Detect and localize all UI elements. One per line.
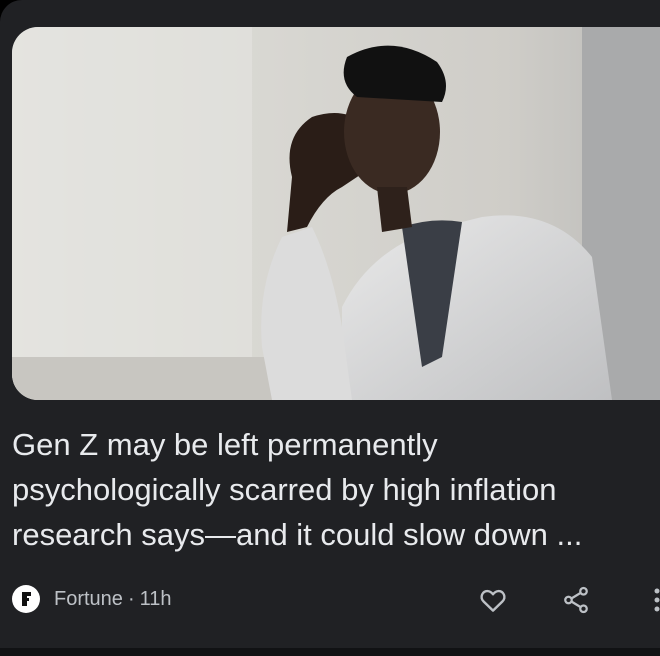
source-logo-icon[interactable] [12, 585, 40, 613]
more-vert-icon [654, 588, 660, 612]
share-button[interactable] [559, 583, 593, 617]
headline-line-1: Gen Z may be left permanently [12, 427, 438, 462]
article-meta: Fortune · 11h [12, 583, 172, 615]
article-age: 11h [139, 587, 172, 610]
headline-line-3: research says—and it could slow down ... [12, 517, 583, 552]
headline-line-2: psychologically scarred by high inflatio… [12, 472, 557, 507]
share-icon [564, 586, 588, 614]
like-button[interactable] [476, 583, 510, 617]
more-options-button[interactable] [640, 583, 660, 617]
heart-icon [480, 589, 506, 612]
source-name[interactable]: Fortune [54, 588, 123, 610]
source-and-time: Fortune · 11h [54, 588, 172, 611]
news-card[interactable]: Gen Z may be left permanently psychologi… [0, 0, 660, 648]
article-image[interactable] [12, 27, 660, 400]
meta-separator: · [127, 587, 135, 610]
card-divider [0, 648, 660, 656]
article-headline[interactable]: Gen Z may be left permanently psychologi… [12, 422, 660, 557]
